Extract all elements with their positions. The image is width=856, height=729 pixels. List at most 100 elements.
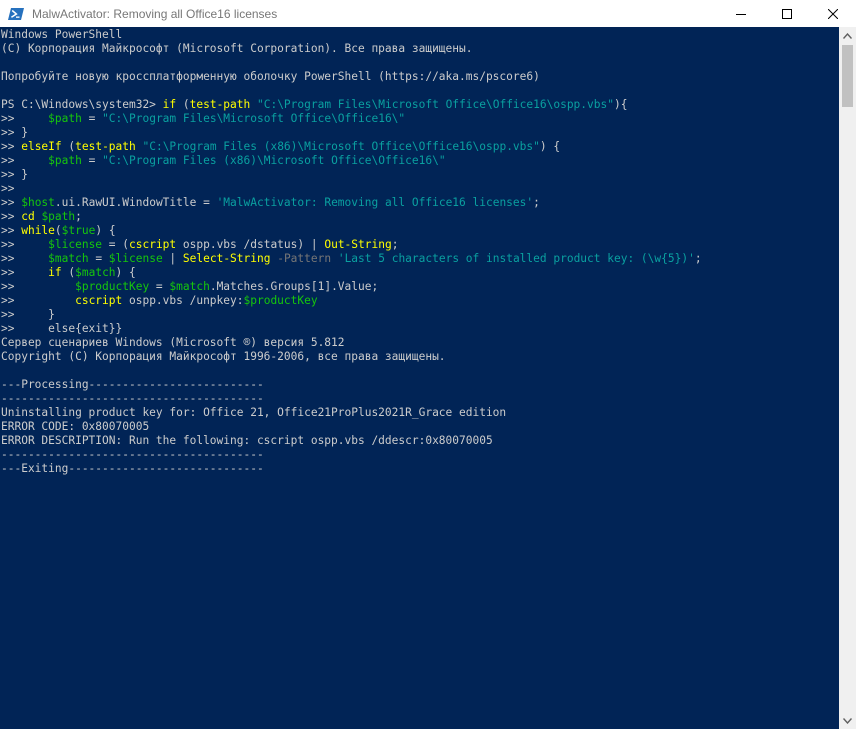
- console-segment: ---Exiting-----------------------------: [1, 462, 264, 475]
- console-line: >> }: [1, 308, 702, 322]
- console-segment: ---------------------------------------: [1, 448, 264, 461]
- console-segment: $license: [48, 238, 103, 251]
- console-segment: Uninstalling product key for: Office 21,…: [1, 406, 507, 419]
- console-segment: cscript: [129, 238, 183, 251]
- console-segment: $productKey: [243, 294, 318, 307]
- console-line: ---Processing--------------------------: [1, 378, 702, 392]
- console-segment: $path: [48, 154, 82, 167]
- console-line: ERROR CODE: 0x80070005: [1, 420, 702, 434]
- console-segment: .Matches.Groups[1].Value;: [209, 280, 379, 293]
- console-segment: test-path: [75, 140, 143, 153]
- console-line: >> $match = $license | Select-String -Pa…: [1, 252, 702, 266]
- console-line: >> $path = "C:\Program Files\Microsoft O…: [1, 112, 702, 126]
- console-line: >> $license = (cscript ospp.vbs /dstatus…: [1, 238, 702, 252]
- console-segment: -Pattern: [277, 252, 338, 265]
- console-segment: >>: [1, 182, 15, 195]
- console-text: Windows PowerShell (C) Корпорация Майкрос…: [1, 28, 702, 476]
- console-line: Copyright (C) Корпорация Майкрософт 1996…: [1, 350, 702, 364]
- console-segment: cd: [21, 210, 42, 223]
- console-line: >> }: [1, 126, 702, 140]
- scrollbar-thumb[interactable]: [842, 45, 853, 107]
- console-segment: (: [182, 98, 190, 111]
- console-segment: "C:\Program Files (x86)\Microsoft Office…: [142, 140, 540, 153]
- console-segment: ;: [533, 196, 540, 209]
- title-bar[interactable]: MalwActivator: Removing all Office16 lic…: [0, 0, 856, 27]
- console-segment: .ui.RawUI.WindowTitle =: [54, 196, 217, 209]
- console-segment: >>: [1, 294, 76, 307]
- console-segment: >> }: [1, 168, 28, 181]
- console-segment: ) {: [539, 140, 561, 153]
- console-segment: >>: [1, 112, 49, 125]
- console-line: >> if ($match) {: [1, 266, 702, 280]
- console-segment: "C:\Program Files\Microsoft Office\Offic…: [102, 112, 406, 125]
- console-line: >> $productKey = $match.Matches.Groups[1…: [1, 280, 702, 294]
- console-line: Windows PowerShell: [1, 28, 702, 42]
- console-segment: $match: [169, 280, 210, 293]
- console-segment: >> else{exit}}: [1, 322, 123, 335]
- chevron-down-icon: [843, 717, 852, 724]
- powershell-window: MalwActivator: Removing all Office16 lic…: [0, 0, 856, 729]
- console-segment: >>: [1, 266, 49, 279]
- console-segment: Copyright (C) Корпорация Майкрософт 1996…: [1, 350, 446, 363]
- chevron-up-icon: [843, 32, 852, 39]
- console-segment: ---------------------------------------: [1, 392, 264, 405]
- console-segment: while: [21, 224, 55, 237]
- console-line: ERROR DESCRIPTION: Run the following: cs…: [1, 434, 702, 448]
- console-segment: >>: [1, 210, 22, 223]
- console-line: PS C:\Windows\system32> if (test-path "C…: [1, 98, 702, 112]
- console-segment: ;: [391, 238, 399, 251]
- window-title: MalwActivator: Removing all Office16 lic…: [32, 6, 278, 21]
- console-segment: >>: [1, 154, 49, 167]
- console-segment: $path: [48, 112, 82, 125]
- console-segment: >>: [1, 252, 49, 265]
- console-segment: $true: [61, 224, 96, 237]
- console-segment: =: [81, 154, 103, 167]
- console-segment: ospp.vbs /dstatus) |: [182, 238, 325, 251]
- console-segment: $productKey: [75, 280, 150, 293]
- minimize-icon: [736, 13, 746, 15]
- console-line: >>: [1, 182, 702, 196]
- console-segment: ERROR DESCRIPTION: Run the following: cs…: [1, 434, 493, 447]
- console-segment: >> }: [1, 126, 28, 139]
- console-segment: 'MalwActivator: Removing all Office16 li…: [216, 196, 534, 209]
- console-line: Попробуйте новую кроссплатформенную обол…: [1, 70, 702, 84]
- close-button[interactable]: [810, 0, 856, 27]
- console-segment: test-path: [189, 98, 257, 111]
- console-line: >> cscript ospp.vbs /unpkey:$productKey: [1, 294, 702, 308]
- scroll-up-button[interactable]: [839, 27, 856, 44]
- maximize-icon: [782, 8, 792, 19]
- maximize-button[interactable]: [764, 0, 810, 27]
- console-segment: $match: [75, 266, 116, 279]
- console-segment: ) {: [95, 224, 116, 237]
- console-segment: |: [162, 252, 183, 265]
- console-segment: Out-String: [324, 238, 392, 251]
- console-segment: PS C:\Windows\system32>: [1, 98, 163, 111]
- console-segment: cscript: [75, 294, 129, 307]
- vertical-scrollbar[interactable]: [839, 27, 856, 729]
- console-segment: =: [88, 252, 109, 265]
- console-segment: Select-String: [182, 252, 278, 265]
- console-line: >> $host.ui.RawUI.WindowTitle = 'MalwAct…: [1, 196, 702, 210]
- minimize-button[interactable]: [718, 0, 764, 27]
- console-line: >> elseIf (test-path "C:\Program Files (…: [1, 140, 702, 154]
- console-line: Сервер сценариев Windows (Microsoft ®) в…: [1, 336, 702, 350]
- console-segment: if: [48, 266, 69, 279]
- console-segment: >>: [1, 280, 76, 293]
- console-line: (C) Корпорация Майкрософт (Microsoft Cor…: [1, 42, 702, 56]
- console-segment: elseIf: [21, 140, 69, 153]
- console-segment: >>: [1, 224, 22, 237]
- console-line: Uninstalling product key for: Office 21,…: [1, 406, 702, 420]
- console-line: >> while($true) {: [1, 224, 702, 238]
- console-segment: >>: [1, 238, 49, 251]
- console-segment: ERROR CODE: 0x80070005: [1, 420, 150, 433]
- console-line: >> $path = "C:\Program Files (x86)\Micro…: [1, 154, 702, 168]
- console-segment: ---Processing--------------------------: [1, 378, 264, 391]
- console-segment: "C:\Program Files (x86)\Microsoft Office…: [102, 154, 446, 167]
- console-segment: 'Last 5 characters of installed product …: [337, 252, 695, 265]
- console-segment: ;: [694, 252, 702, 265]
- console-segment: $match: [48, 252, 89, 265]
- scroll-down-button[interactable]: [839, 712, 856, 729]
- console-output-area[interactable]: Windows PowerShell (C) Корпорация Майкрос…: [0, 27, 839, 729]
